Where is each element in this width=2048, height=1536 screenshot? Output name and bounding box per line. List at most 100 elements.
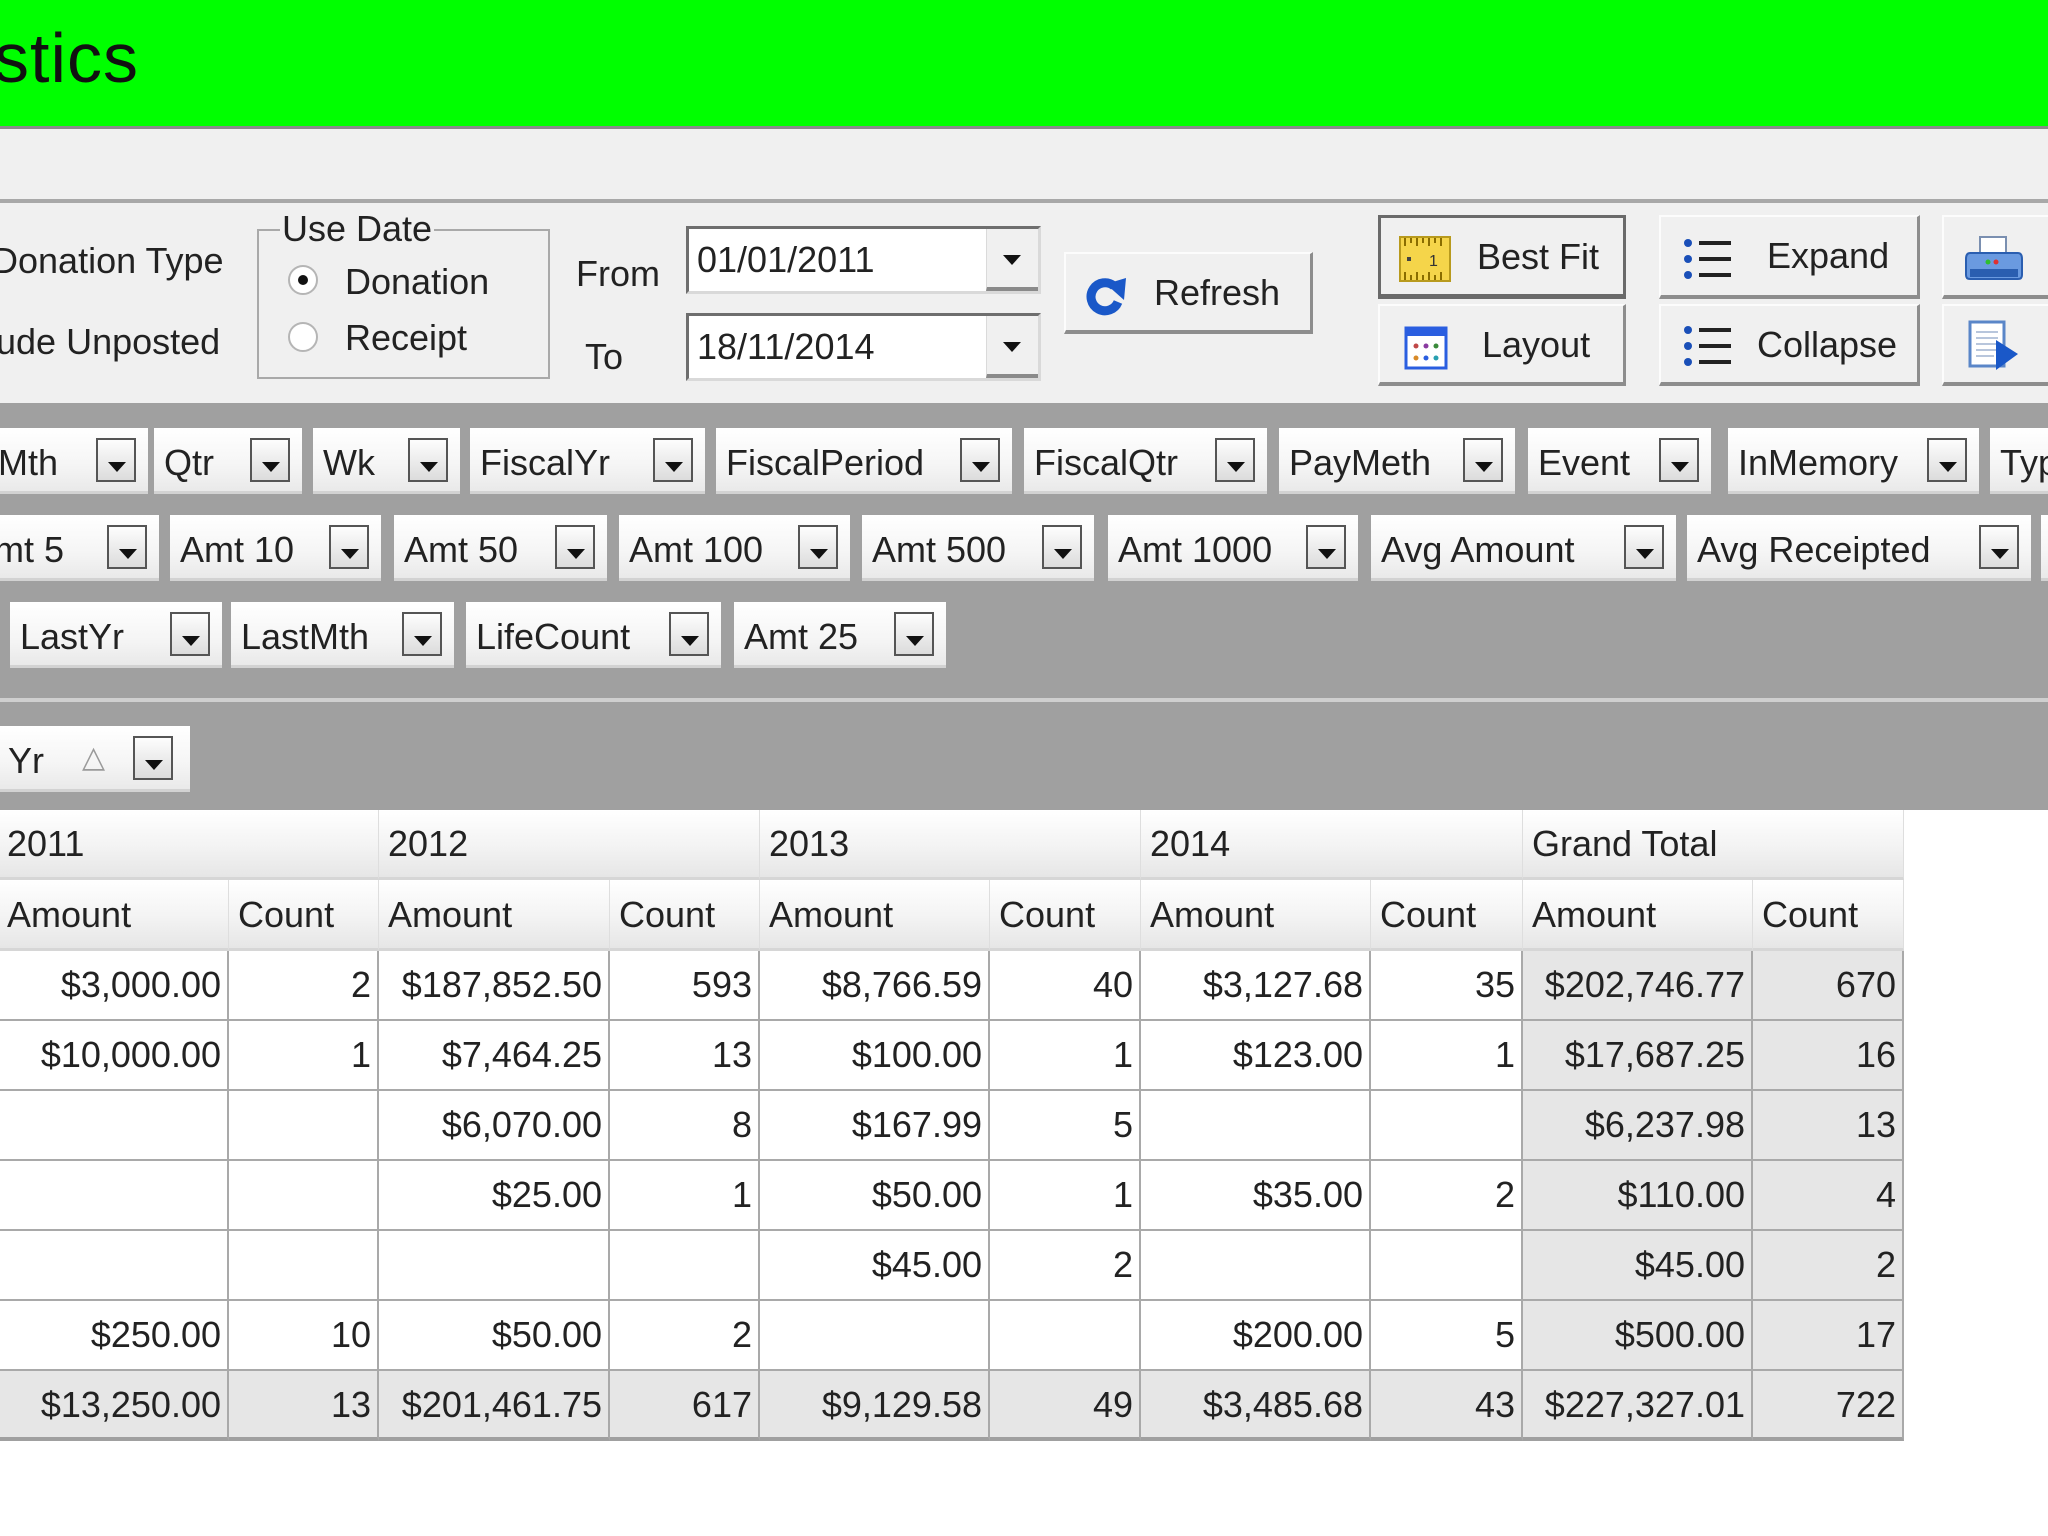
column-header-count[interactable]: Count bbox=[610, 880, 760, 951]
field-chip[interactable]: FiscalYr bbox=[470, 428, 705, 494]
field-chip[interactable]: Amt 50 bbox=[394, 515, 607, 581]
expand-button[interactable]: Expand bbox=[1659, 215, 1920, 299]
total-cell: $201,461.75 bbox=[379, 1371, 610, 1441]
field-chip[interactable]: Mth bbox=[0, 428, 148, 494]
radio-donation[interactable] bbox=[288, 265, 318, 295]
chip-label: LifeCount bbox=[476, 616, 631, 657]
column-header-year[interactable]: 2012 bbox=[379, 810, 760, 880]
chip-dropdown-button[interactable] bbox=[1659, 438, 1699, 482]
chip-dropdown-button[interactable] bbox=[669, 612, 709, 656]
chip-label: FiscalYr bbox=[480, 442, 611, 483]
chip-dropdown-button[interactable] bbox=[555, 525, 595, 569]
data-cell: $200.00 bbox=[1141, 1301, 1371, 1371]
field-chip[interactable]: Amt 100 bbox=[619, 515, 850, 581]
column-header-count[interactable]: Count bbox=[990, 880, 1141, 951]
field-chip[interactable]: Amt 1000 bbox=[1108, 515, 1358, 581]
field-chip[interactable]: mt 5 bbox=[0, 515, 159, 581]
data-cell: $250.00 bbox=[0, 1301, 229, 1371]
column-header-count[interactable]: Count bbox=[229, 880, 379, 951]
chevron-down-icon bbox=[1671, 462, 1689, 472]
chip-dropdown-button[interactable] bbox=[1463, 438, 1503, 482]
chip-label: LastYr bbox=[20, 616, 125, 657]
data-cell: 2 bbox=[990, 1231, 1141, 1301]
total-cell: 13 bbox=[229, 1371, 379, 1441]
chip-dropdown-button[interactable] bbox=[1306, 525, 1346, 569]
to-date-picker[interactable]: 18/11/2014 bbox=[686, 313, 1041, 381]
data-cell: $123.00 bbox=[1141, 1021, 1371, 1091]
data-cell bbox=[229, 1161, 379, 1231]
column-header-year[interactable]: 2011 bbox=[0, 810, 379, 880]
field-chip[interactable]: FiscalPeriod bbox=[716, 428, 1012, 494]
chip-label: Event bbox=[1538, 442, 1631, 483]
field-chip[interactable]: Amt 25 bbox=[734, 602, 946, 668]
data-cell: 1 bbox=[990, 1161, 1141, 1231]
data-cell: 1 bbox=[1371, 1021, 1523, 1091]
column-header-amount[interactable]: Amount bbox=[379, 880, 610, 951]
chip-label: Amt 10 bbox=[180, 529, 295, 570]
chip-dropdown-button[interactable] bbox=[402, 612, 442, 656]
export-button[interactable] bbox=[1942, 304, 2048, 386]
chip-dropdown-button[interactable] bbox=[170, 612, 210, 656]
chip-dropdown-button[interactable] bbox=[653, 438, 693, 482]
field-chip[interactable]: Qtr bbox=[154, 428, 302, 494]
field-chip[interactable]: PayMeth bbox=[1279, 428, 1515, 494]
from-date-dropdown-button[interactable] bbox=[986, 229, 1038, 291]
chip-dropdown-button[interactable] bbox=[1979, 525, 2019, 569]
column-header-amount[interactable]: Amount bbox=[1141, 880, 1371, 951]
radio-receipt-label[interactable]: Receipt bbox=[345, 317, 467, 359]
best-fit-button[interactable]: 1 Best Fit bbox=[1378, 215, 1626, 299]
donation-type-label[interactable]: Donation Type bbox=[0, 240, 224, 282]
from-date-value: 01/01/2011 bbox=[697, 239, 875, 280]
to-date-dropdown-button[interactable] bbox=[986, 316, 1038, 378]
field-chip[interactable]: Event bbox=[1528, 428, 1711, 494]
field-chip[interactable]: Amt 10 bbox=[170, 515, 381, 581]
chip-dropdown-button[interactable] bbox=[1042, 525, 1082, 569]
field-chip[interactable]: InMemory bbox=[1728, 428, 1979, 494]
column-header-grand-total[interactable]: Grand Total bbox=[1523, 810, 1904, 880]
radio-receipt[interactable] bbox=[288, 322, 318, 352]
column-header-year[interactable]: 2014 bbox=[1141, 810, 1523, 880]
refresh-button[interactable]: Refresh bbox=[1064, 252, 1313, 334]
chevron-down-icon bbox=[681, 636, 699, 646]
field-chip[interactable]: Avg Receipted bbox=[1687, 515, 2031, 581]
field-chip[interactable]: Typ bbox=[1990, 428, 2048, 494]
chip-dropdown-button[interactable] bbox=[1215, 438, 1255, 482]
column-header-year[interactable]: 2013 bbox=[760, 810, 1141, 880]
from-date-picker[interactable]: 01/01/2011 bbox=[686, 226, 1041, 294]
column-field-chip-yr[interactable]: Yr △ bbox=[0, 726, 190, 792]
chip-dropdown-button[interactable] bbox=[798, 525, 838, 569]
field-chip[interactable]: FiscalQtr bbox=[1024, 428, 1267, 494]
column-header-amount[interactable]: Amount bbox=[1523, 880, 1753, 951]
field-chip[interactable]: Wk bbox=[313, 428, 460, 494]
include-unposted-label[interactable]: ude Unposted bbox=[0, 321, 220, 363]
field-chip[interactable]: LifeCount bbox=[466, 602, 721, 668]
chip-dropdown-button[interactable] bbox=[408, 438, 448, 482]
data-cell: 1 bbox=[610, 1161, 760, 1231]
chip-dropdown-button[interactable] bbox=[133, 736, 173, 780]
chip-dropdown-button[interactable] bbox=[1624, 525, 1664, 569]
field-chip[interactable]: Avg Amount bbox=[1371, 515, 1676, 581]
collapse-button[interactable]: Collapse bbox=[1659, 304, 1920, 386]
chip-dropdown-button[interactable] bbox=[329, 525, 369, 569]
chip-dropdown-button[interactable] bbox=[1927, 438, 1967, 482]
field-chip[interactable] bbox=[2041, 515, 2048, 581]
chip-dropdown-button[interactable] bbox=[894, 612, 934, 656]
column-header-count[interactable]: Count bbox=[1753, 880, 1904, 951]
chip-label: Wk bbox=[323, 442, 375, 483]
chip-dropdown-button[interactable] bbox=[250, 438, 290, 482]
layout-button[interactable]: Layout bbox=[1378, 304, 1626, 386]
field-chip[interactable]: Amt 500 bbox=[862, 515, 1094, 581]
radio-donation-label[interactable]: Donation bbox=[345, 261, 489, 303]
chip-dropdown-button[interactable] bbox=[960, 438, 1000, 482]
chip-dropdown-button[interactable] bbox=[107, 525, 147, 569]
column-header-amount[interactable]: Amount bbox=[760, 880, 990, 951]
chip-label: Amt 50 bbox=[404, 529, 519, 570]
field-chip[interactable]: LastMth bbox=[231, 602, 454, 668]
field-chip[interactable]: LastYr bbox=[10, 602, 222, 668]
column-header-count[interactable]: Count bbox=[1371, 880, 1523, 951]
data-cell: $187,852.50 bbox=[379, 951, 610, 1021]
sort-ascending-icon[interactable]: △ bbox=[82, 740, 105, 775]
column-header-amount[interactable]: Amount bbox=[0, 880, 229, 951]
chip-dropdown-button[interactable] bbox=[96, 438, 136, 482]
print-button[interactable] bbox=[1942, 215, 2048, 299]
